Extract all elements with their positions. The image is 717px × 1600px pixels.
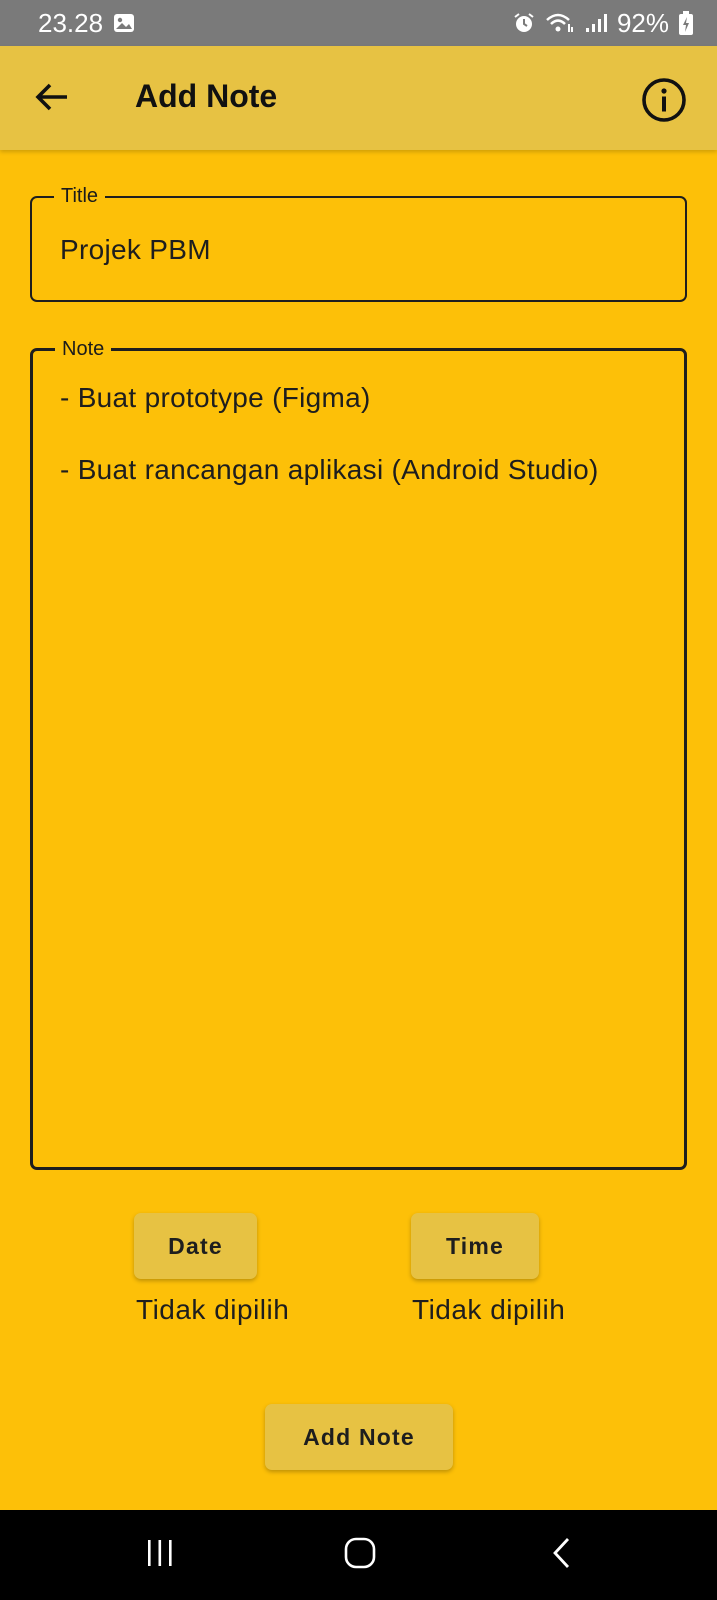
image-icon (113, 13, 135, 33)
recents-icon (145, 1538, 175, 1573)
page-title: Add Note (135, 78, 278, 114)
status-time: 23.28 (38, 7, 104, 38)
back-icon (550, 1536, 574, 1575)
recents-button[interactable] (130, 1532, 190, 1578)
status-left: 23.28 (38, 8, 135, 39)
arrow-left-icon (35, 82, 69, 117)
note-textarea[interactable]: - Buat prototype (Figma) - Buat rancanga… (60, 381, 664, 525)
home-button[interactable] (330, 1532, 390, 1578)
status-bar: 23.28 92% (0, 0, 717, 46)
wifi-icon (545, 12, 575, 34)
note-field[interactable]: Note - Buat prototype (Figma) - Buat ran… (30, 337, 687, 1170)
note-field-label: Note (55, 337, 112, 361)
app-bar: Add Note (0, 46, 717, 150)
add-note-button[interactable]: Add Note (265, 1404, 453, 1470)
info-icon (640, 76, 688, 129)
home-icon (343, 1536, 377, 1575)
battery-level: 92% (616, 7, 669, 38)
battery-charging-icon (679, 11, 693, 35)
status-right: 92% (513, 8, 693, 39)
date-button[interactable]: Date (134, 1213, 257, 1279)
back-button[interactable] (24, 74, 80, 124)
title-input-value[interactable]: Projek PBM (60, 234, 211, 266)
system-back-button[interactable] (532, 1532, 592, 1578)
note-line: - Buat prototype (Figma) (60, 382, 371, 413)
signal-icon (585, 13, 607, 33)
selected-date-text: Tidak dipilih (136, 1294, 290, 1325)
selected-time-text: Tidak dipilih (412, 1294, 566, 1325)
time-button[interactable]: Time (411, 1213, 539, 1279)
info-button[interactable] (636, 76, 692, 128)
system-nav-bar (0, 1510, 717, 1600)
title-field[interactable]: Title Projek PBM (30, 184, 687, 302)
alarm-icon (513, 12, 535, 34)
note-line: - Buat rancangan aplikasi (Android Studi… (60, 454, 599, 485)
title-field-label: Title (54, 184, 106, 208)
